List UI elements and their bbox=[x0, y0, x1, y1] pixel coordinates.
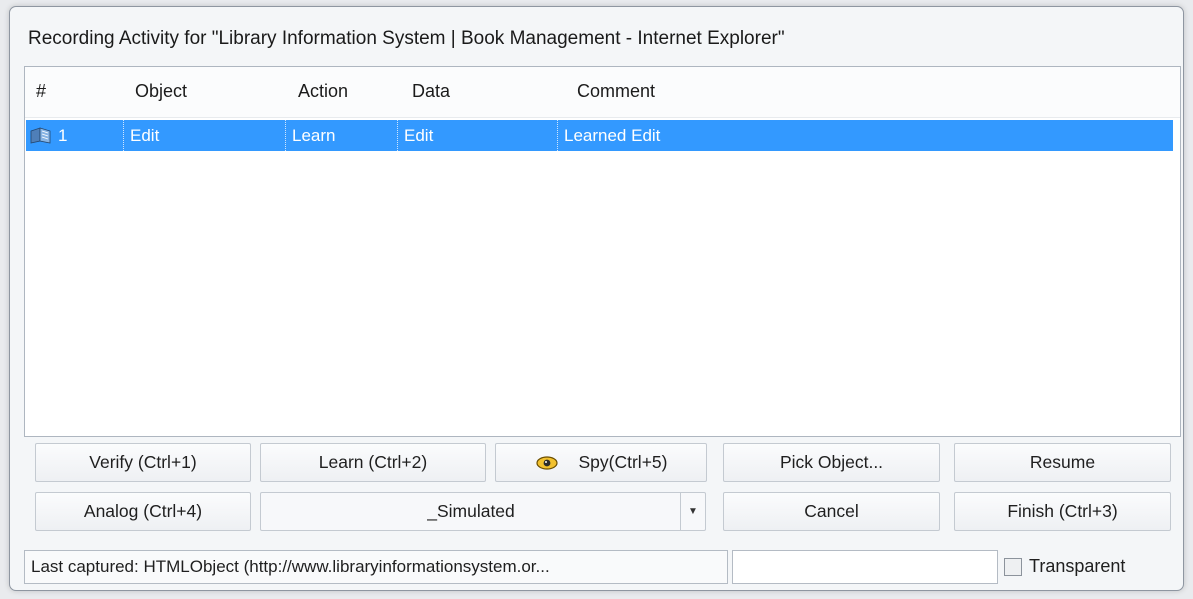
recording-activity-dialog: Recording Activity for "Library Informat… bbox=[9, 6, 1184, 591]
column-header-action[interactable]: Action bbox=[298, 81, 348, 102]
cell-action: Learn bbox=[285, 120, 397, 151]
grid-header: # Object Action Data Comment bbox=[25, 67, 1180, 118]
cell-comment: Learned Edit bbox=[557, 120, 1173, 151]
column-header-object[interactable]: Object bbox=[135, 81, 187, 102]
dialog-title: Recording Activity for "Library Informat… bbox=[28, 28, 785, 49]
learn-button[interactable]: Learn (Ctrl+2) bbox=[260, 443, 486, 482]
cell-data: Edit bbox=[397, 120, 557, 151]
spy-button-label: Spy(Ctrl+5) bbox=[578, 452, 668, 472]
status-secondary-field bbox=[732, 550, 998, 584]
resume-button[interactable]: Resume bbox=[954, 443, 1171, 482]
cell-object: Edit bbox=[123, 120, 285, 151]
chevron-down-icon[interactable]: ▼ bbox=[680, 493, 705, 530]
verify-button[interactable]: Verify (Ctrl+1) bbox=[35, 443, 251, 482]
finish-button[interactable]: Finish (Ctrl+3) bbox=[954, 492, 1171, 531]
analog-button[interactable]: Analog (Ctrl+4) bbox=[35, 492, 251, 531]
recording-mode-select[interactable]: _Simulated ▼ bbox=[260, 492, 706, 531]
column-header-number[interactable]: # bbox=[36, 81, 46, 102]
pick-object-button[interactable]: Pick Object... bbox=[723, 443, 940, 482]
table-row[interactable]: 1 Edit Learn Edit Learned Edit bbox=[26, 120, 1173, 151]
column-header-data[interactable]: Data bbox=[412, 81, 450, 102]
recorded-steps-grid[interactable]: # Object Action Data Comment 1 Edit Lear… bbox=[24, 66, 1181, 437]
transparent-label[interactable]: Transparent bbox=[1029, 556, 1125, 577]
eye-icon bbox=[535, 455, 558, 470]
column-header-comment[interactable]: Comment bbox=[577, 81, 655, 102]
spy-button[interactable]: Spy(Ctrl+5) bbox=[495, 443, 707, 482]
book-icon bbox=[30, 127, 51, 144]
status-last-captured: Last captured: HTMLObject (http://www.li… bbox=[24, 550, 728, 584]
transparent-checkbox[interactable] bbox=[1004, 558, 1022, 576]
cancel-button[interactable]: Cancel bbox=[723, 492, 940, 531]
recording-mode-value: _Simulated bbox=[427, 501, 515, 521]
